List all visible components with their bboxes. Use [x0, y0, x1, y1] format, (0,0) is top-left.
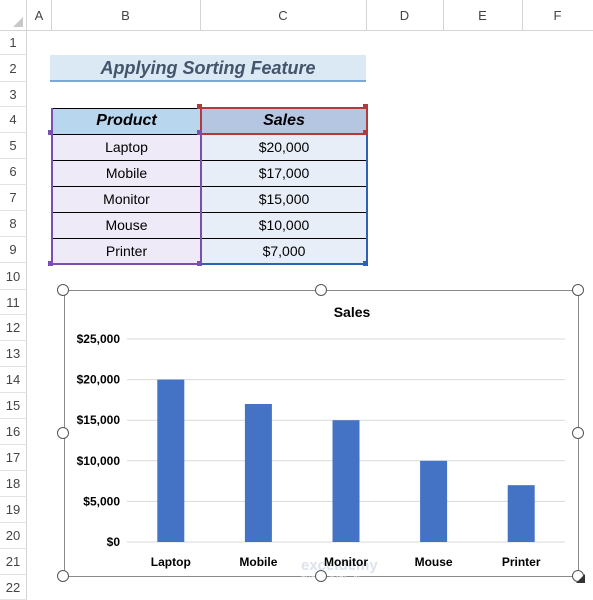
row-header[interactable]: 7 [0, 185, 27, 211]
row-header[interactable]: 19 [0, 497, 27, 523]
header-sales[interactable]: Sales [200, 107, 368, 135]
column-header-e[interactable]: E [443, 0, 522, 31]
x-category-label: Printer [502, 555, 541, 569]
y-tick-label: $15,000 [77, 413, 121, 427]
x-category-label: Monitor [324, 555, 368, 569]
column-header-c[interactable]: C [200, 0, 366, 31]
range-handle[interactable] [363, 104, 368, 109]
row-header[interactable]: 18 [0, 471, 27, 497]
x-category-label: Laptop [151, 555, 191, 569]
row-header[interactable]: 17 [0, 445, 27, 471]
row-header[interactable]: 10 [0, 263, 27, 290]
sales-table: Product Sales Laptop $20,000 Mobile $17,… [51, 107, 368, 265]
row-header[interactable]: 22 [0, 575, 27, 600]
product-cell[interactable]: Mobile [51, 159, 202, 187]
product-cell[interactable]: Mouse [51, 211, 202, 239]
range-handle[interactable] [197, 130, 202, 135]
row-header[interactable]: 8 [0, 211, 27, 237]
column-divider [443, 0, 444, 31]
y-tick-label: $0 [107, 535, 121, 549]
range-handle[interactable] [197, 261, 202, 266]
watermark-tagline: EXCEL · DATA · BI [301, 576, 360, 578]
select-all-triangle-icon [13, 17, 23, 27]
bar [157, 379, 185, 542]
header-product[interactable]: Product [51, 107, 202, 135]
column-header-f[interactable]: F [522, 0, 593, 31]
sales-cell[interactable]: $17,000 [200, 159, 368, 187]
table-row: Mouse $10,000 [51, 211, 368, 239]
range-handle[interactable] [197, 104, 202, 109]
y-tick-label: $20,000 [77, 373, 121, 387]
chart-resize-handle[interactable] [57, 284, 69, 296]
row-header[interactable]: 3 [0, 82, 27, 107]
row-header[interactable]: 13 [0, 341, 27, 367]
chart-resize-handle[interactable] [57, 427, 69, 439]
column-header-b[interactable]: B [51, 0, 200, 31]
row-header[interactable]: 11 [0, 290, 27, 315]
chart-plot: Sales $0 $5,000 $10,000 $15,000 $20,000 $25,00… [77, 304, 565, 578]
chart-resize-handle[interactable] [572, 427, 584, 439]
chart-resize-handle[interactable] [572, 284, 584, 296]
table-row: Laptop $20,000 [51, 133, 368, 161]
column-divider [522, 0, 523, 31]
row-header[interactable]: 21 [0, 549, 27, 575]
column-header-d[interactable]: D [366, 0, 443, 31]
column-header-a[interactable]: A [27, 0, 51, 31]
sales-chart[interactable]: Sales $0 $5,000 $10,000 $15,000 $20,000 $25,00… [64, 290, 579, 578]
range-handle[interactable] [363, 261, 368, 266]
sales-cell[interactable]: $20,000 [200, 133, 368, 161]
table-row: Mobile $17,000 [51, 159, 368, 187]
row-header[interactable]: 16 [0, 419, 27, 445]
table-row: Monitor $15,000 [51, 185, 368, 213]
row-header[interactable]: 12 [0, 315, 27, 341]
range-handle[interactable] [48, 261, 53, 266]
chart-title: Sales [334, 304, 371, 320]
y-tick-label: $10,000 [77, 454, 121, 468]
chart-resize-handle[interactable] [315, 570, 327, 582]
row-header[interactable]: 2 [0, 55, 27, 82]
row-header[interactable]: 5 [0, 133, 27, 159]
row-header[interactable]: 15 [0, 393, 27, 419]
select-all-corner[interactable] [0, 0, 27, 31]
x-category-label: Mouse [415, 555, 453, 569]
range-handle[interactable] [48, 130, 53, 135]
row-header[interactable]: 20 [0, 523, 27, 549]
bar [420, 460, 448, 542]
row-header[interactable]: 6 [0, 159, 27, 185]
x-category-label: Mobile [239, 555, 277, 569]
row-header[interactable]: 4 [0, 107, 27, 133]
product-cell[interactable]: Printer [51, 237, 202, 265]
chart-resize-handle[interactable] [57, 570, 69, 582]
bar [507, 485, 535, 542]
sales-cell[interactable]: $10,000 [200, 211, 368, 239]
sales-cell[interactable]: $15,000 [200, 185, 368, 213]
bar [244, 403, 272, 542]
chart-resize-handle[interactable] [315, 284, 327, 296]
bar [332, 420, 360, 542]
column-divider [200, 0, 201, 31]
product-cell[interactable]: Monitor [51, 185, 202, 213]
product-cell[interactable]: Laptop [51, 133, 202, 161]
y-tick-label: $5,000 [83, 494, 120, 508]
column-divider [51, 0, 52, 31]
range-handle[interactable] [363, 130, 368, 135]
table-header-row: Product Sales [51, 107, 368, 135]
y-tick-label: $25,000 [77, 332, 121, 346]
row-header[interactable]: 14 [0, 367, 27, 393]
row-header[interactable]: 9 [0, 237, 27, 263]
column-divider [366, 0, 367, 31]
sheet-title-cell[interactable]: Applying Sorting Feature [50, 55, 366, 82]
row-header[interactable]: 1 [0, 31, 27, 55]
table-row: Printer $7,000 [51, 237, 368, 265]
resize-cursor-icon [576, 574, 585, 583]
sales-cell[interactable]: $7,000 [200, 237, 368, 265]
